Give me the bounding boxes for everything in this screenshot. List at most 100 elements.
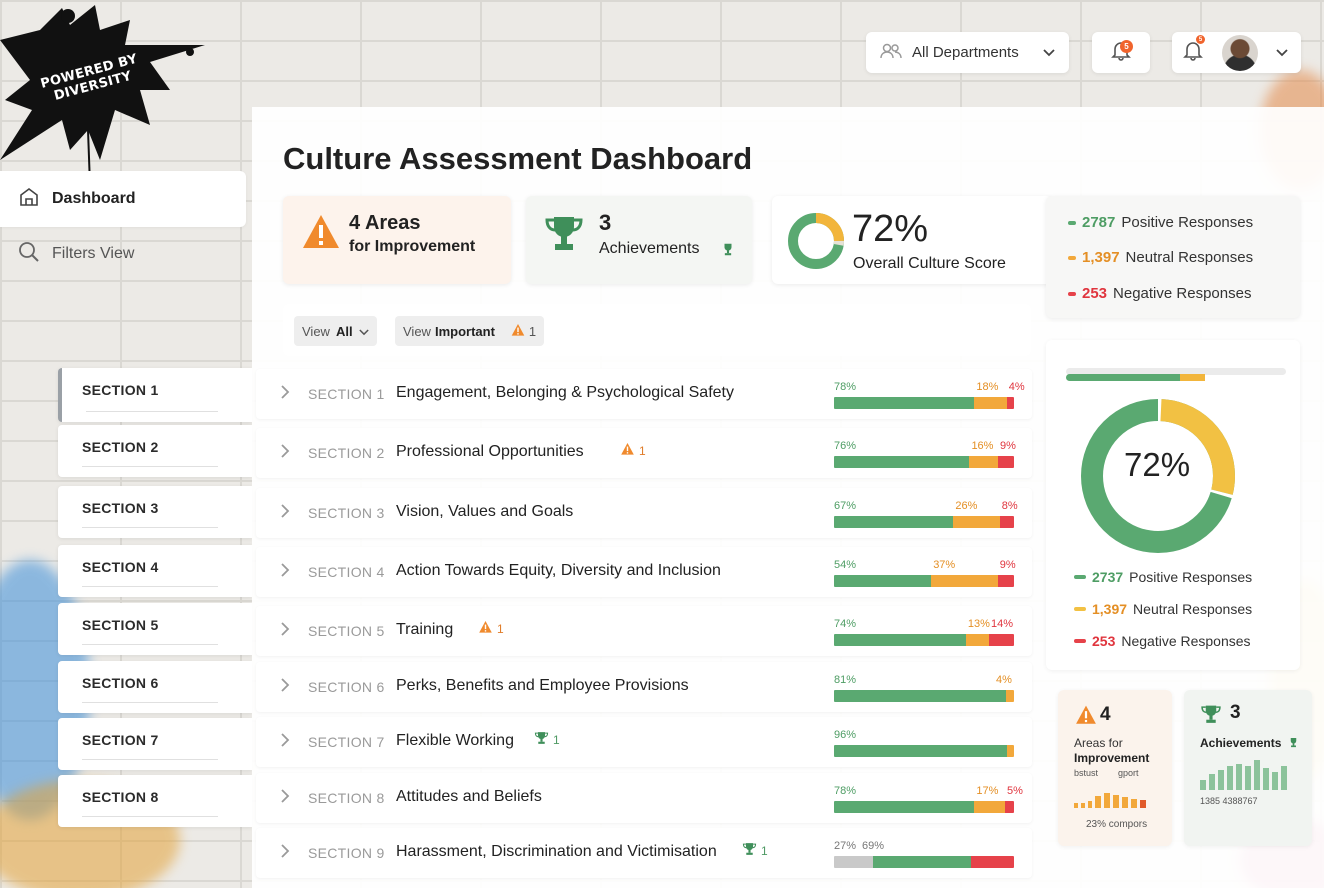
negative-legend-swatch: [1074, 639, 1086, 643]
section-row[interactable]: SECTION 9 Harassment, Discrimination and …: [256, 828, 1032, 878]
positive-legend-swatch: [1074, 575, 1086, 579]
section-row[interactable]: SECTION 4 Action Towards Equity, Diversit…: [256, 547, 1032, 597]
section-nav-item[interactable]: SECTION 6: [58, 661, 252, 713]
achievement-flag[interactable]: 1: [534, 731, 560, 749]
flag-count: 1: [497, 621, 504, 636]
view-important-bold: Important: [434, 323, 495, 339]
section-row[interactable]: SECTION 1 Engagement, Belonging & Psychol…: [256, 369, 1032, 419]
score-label: Overall Culture Score: [853, 255, 1006, 272]
neutral-responses: 1,397 Neutral Responses: [1074, 601, 1252, 617]
section-row[interactable]: SECTION 2 Professional Opportunities 1 76% 1…: [256, 428, 1032, 478]
achievements-mini-card[interactable]: 3 Achievements 1385 4388767: [1184, 690, 1312, 846]
sidebar-item-dashboard[interactable]: Dashboard: [0, 171, 246, 227]
areas-mini-card[interactable]: 4 Areas for Improvement bstust gport 23%…: [1058, 690, 1172, 846]
mini-bar: [1272, 772, 1278, 790]
mini-bar: [1081, 803, 1085, 808]
areas-mini-sub2: gport: [1118, 768, 1139, 778]
chevron-right-icon[interactable]: [280, 384, 294, 400]
view-all-button[interactable]: View All: [294, 316, 377, 346]
chevron-right-icon[interactable]: [280, 843, 294, 859]
positive-segment: [834, 634, 966, 646]
section-nav-item[interactable]: SECTION 1: [58, 368, 252, 422]
section-id: SECTION 9: [308, 845, 385, 861]
positive-percent: 54%: [834, 559, 857, 571]
neutral-percent: 37%: [933, 559, 956, 571]
positive-percent: 74%: [834, 618, 857, 630]
bell-icon: 5: [1182, 35, 1205, 66]
neutral-segment: [1005, 690, 1014, 702]
response-bar: [834, 634, 1014, 646]
section-row[interactable]: SECTION 7 Flexible Working 1 96%: [256, 717, 1032, 767]
section-nav-item[interactable]: SECTION 8: [58, 775, 252, 827]
chevron-right-icon[interactable]: [280, 443, 294, 459]
achievements-label: Achievements: [599, 240, 700, 257]
negative-percent: 14%: [991, 618, 1014, 630]
mini-bar: [1140, 800, 1146, 808]
mini-bar: [1263, 768, 1269, 790]
dashboard-icon: [18, 186, 40, 213]
section-name: Flexible Working: [396, 732, 514, 749]
chevron-right-icon[interactable]: [280, 621, 294, 637]
response-bar: [834, 801, 1014, 813]
view-important-prefix: View: [403, 323, 431, 339]
section-nav-item[interactable]: SECTION 7: [58, 718, 252, 770]
avatar[interactable]: [1222, 34, 1258, 71]
chevron-right-icon[interactable]: [280, 788, 294, 804]
areas-for-improvement-card[interactable]: 4 Areas for Improvement: [283, 196, 511, 284]
culture-score-panel: 72% 2737 Positive Responses 1,397 Neutra…: [1046, 340, 1300, 670]
positive-segment: [872, 856, 972, 868]
mini-bar: [1209, 774, 1215, 790]
flag-count: 1: [639, 443, 646, 458]
mini-bar: [1245, 766, 1251, 790]
section-row[interactable]: SECTION 5 Training 1 74% 13% 14%: [256, 606, 1032, 656]
sidebar-item-filters[interactable]: Filters View: [0, 232, 246, 276]
neutral-responses: 1,397 Neutral Responses: [1068, 249, 1253, 266]
neutral-legend-swatch: [1068, 255, 1076, 260]
section-nav-item[interactable]: SECTION 3: [58, 486, 252, 538]
neutral-segment: [974, 397, 1007, 409]
chevron-right-icon[interactable]: [280, 677, 294, 693]
section-id: SECTION 3: [308, 505, 385, 521]
department-label: All Departments: [912, 44, 1019, 61]
neutral-percent: 17%: [976, 785, 999, 797]
negative-percent: 9%: [999, 440, 1016, 452]
positive-segment: [834, 516, 954, 528]
user-menu[interactable]: 5: [1172, 32, 1301, 73]
department-selector[interactable]: All Departments: [866, 32, 1069, 73]
neutral-percent: 13%: [967, 618, 990, 630]
negative-segment: [997, 575, 1014, 587]
flag-count: 1: [761, 844, 768, 858]
warning-icon: [1074, 704, 1098, 731]
warning-flag[interactable]: 1: [478, 620, 504, 637]
mini-bar: [1074, 803, 1078, 808]
positive-count: 2787: [1082, 214, 1116, 231]
positive-percent: 69%: [862, 840, 885, 852]
warning-flag[interactable]: 1: [620, 442, 646, 459]
neutral-count: 1,397: [1092, 601, 1128, 617]
trophy-icon: [721, 242, 735, 263]
section-id: SECTION 4: [308, 564, 385, 580]
areas-mini-sub: bstust: [1074, 768, 1099, 778]
section-row[interactable]: SECTION 6 Perks, Benefits and Employee Pr…: [256, 662, 1032, 712]
section-nav-item[interactable]: SECTION 2: [58, 425, 252, 477]
section-nav-item[interactable]: SECTION 5: [58, 603, 252, 655]
notification-badge: 5: [1120, 40, 1133, 53]
section-nav-item[interactable]: SECTION 4: [58, 545, 252, 597]
section-row[interactable]: SECTION 3 Vision, Values and Goals 67% 26% 8…: [256, 488, 1032, 538]
culture-score-card[interactable]: 72% Overall Culture Score: [772, 196, 1052, 284]
chevron-down-icon[interactable]: [1276, 44, 1288, 62]
score-value: 72%: [852, 208, 929, 250]
negative-count: 253: [1092, 633, 1116, 649]
areas-mini-label-bold: Improvement: [1074, 751, 1150, 765]
achievement-flag[interactable]: 1: [742, 842, 768, 860]
chevron-right-icon[interactable]: [280, 562, 294, 578]
chevron-right-icon[interactable]: [280, 732, 294, 748]
achievements-card[interactable]: 3 Achievements: [526, 196, 752, 284]
positive-percent: 67%: [834, 500, 857, 512]
section-row[interactable]: SECTION 8 Attitudes and Beliefs 78% 17% 5%: [256, 773, 1032, 823]
view-important-button[interactable]: View Important 1: [395, 316, 545, 346]
notifications-button[interactable]: 5: [1092, 32, 1150, 73]
neutral-legend-swatch: [1074, 607, 1086, 611]
neutral-percent: 26%: [955, 500, 978, 512]
chevron-right-icon[interactable]: [280, 503, 294, 519]
